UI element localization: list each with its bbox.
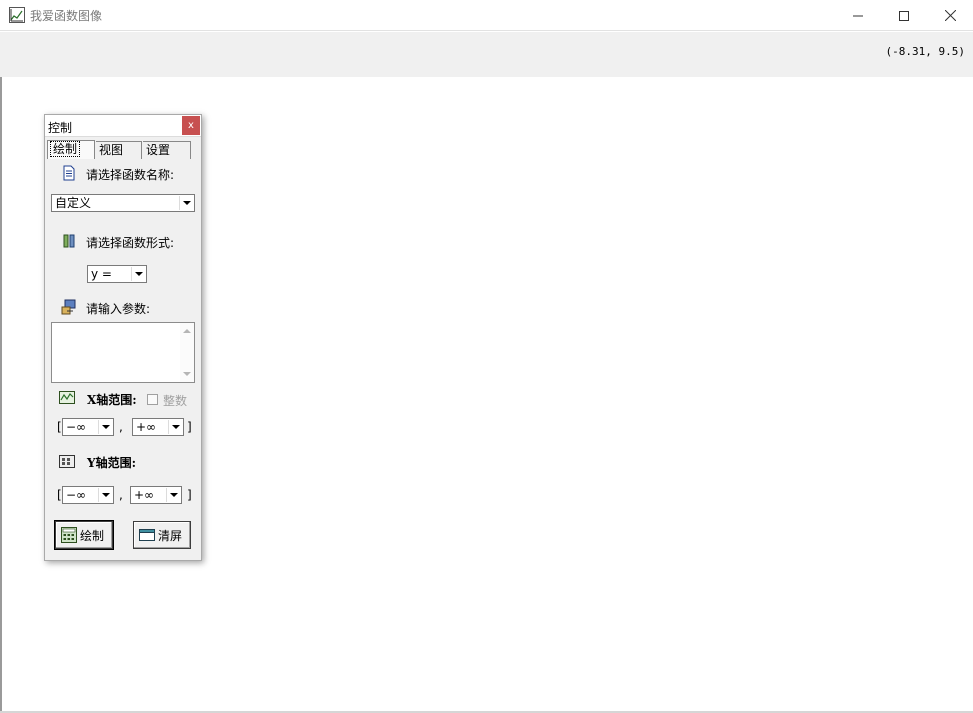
y-max-select[interactable]: +∞ bbox=[130, 486, 182, 504]
minimize-icon bbox=[853, 15, 863, 16]
x-max-select[interactable]: +∞ bbox=[132, 418, 184, 436]
cursor-coordinates: (-8.31, 9.5) bbox=[885, 45, 965, 58]
tab-view[interactable]: 视图 bbox=[96, 141, 142, 159]
function-form-icon bbox=[63, 234, 75, 248]
chevron-down-icon bbox=[166, 488, 180, 502]
draw-button[interactable]: 绘制 bbox=[54, 520, 114, 550]
parameters-input[interactable] bbox=[51, 322, 195, 383]
function-name-select[interactable]: 自定义 bbox=[51, 194, 195, 212]
control-panel-title: 控制 bbox=[48, 121, 73, 135]
x-comma: , bbox=[119, 420, 123, 434]
parameters-scrollbar[interactable] bbox=[180, 323, 194, 382]
x-open-bracket: [ bbox=[57, 420, 62, 434]
panel-close-button[interactable]: x bbox=[182, 116, 200, 135]
window-clear-icon bbox=[139, 529, 155, 541]
clear-screen-button[interactable]: 清屏 bbox=[133, 521, 191, 549]
y-axis-icon bbox=[59, 455, 75, 468]
close-icon: x bbox=[188, 120, 194, 131]
maximize-icon bbox=[899, 10, 909, 21]
chevron-down-icon bbox=[98, 420, 112, 434]
control-panel-title-bar[interactable]: 控制 x bbox=[45, 115, 201, 137]
panel-tabs: 绘制 视图 设置 bbox=[47, 140, 199, 159]
minimize-button[interactable] bbox=[835, 0, 881, 31]
parameters-label: 请输入参数: bbox=[86, 302, 151, 316]
parameters-icon bbox=[61, 299, 76, 315]
scroll-down-icon[interactable] bbox=[183, 372, 191, 376]
integer-checkbox[interactable] bbox=[147, 394, 158, 405]
x-range-label: X轴范围: bbox=[87, 393, 137, 407]
tab-settings[interactable]: 设置 bbox=[143, 141, 191, 159]
tab-draw[interactable]: 绘制 bbox=[47, 140, 95, 159]
window-title-bar: 我爱函数图像 bbox=[0, 0, 973, 31]
chevron-down-icon bbox=[168, 420, 182, 434]
function-form-select[interactable]: y = bbox=[87, 265, 147, 283]
function-form-label: 请选择函数形式: bbox=[86, 236, 175, 250]
y-open-bracket: [ bbox=[57, 488, 62, 502]
x-axis-icon bbox=[59, 391, 75, 404]
chevron-down-icon bbox=[179, 196, 193, 210]
maximize-button[interactable] bbox=[881, 0, 927, 31]
close-button[interactable] bbox=[927, 0, 973, 31]
x-min-select[interactable]: −∞ bbox=[62, 418, 114, 436]
chevron-down-icon bbox=[131, 267, 145, 281]
chevron-down-icon bbox=[98, 488, 112, 502]
close-icon bbox=[944, 10, 956, 21]
control-panel: 控制 x 绘制 视图 设置 请选择函数名称: 自定义 请选择函数形式: y = … bbox=[44, 114, 202, 561]
chart-app-icon bbox=[9, 7, 25, 23]
window-title: 我爱函数图像 bbox=[30, 9, 103, 23]
y-comma: , bbox=[119, 488, 123, 502]
document-icon bbox=[63, 165, 75, 181]
x-close-bracket: ] bbox=[187, 420, 192, 434]
y-min-select[interactable]: −∞ bbox=[62, 486, 114, 504]
function-name-label: 请选择函数名称: bbox=[86, 168, 175, 182]
y-close-bracket: ] bbox=[187, 488, 192, 502]
scroll-up-icon[interactable] bbox=[183, 329, 191, 333]
coordinate-bar: (-8.31, 9.5) bbox=[0, 32, 973, 77]
integer-label: 整数 bbox=[163, 394, 188, 408]
calculator-icon bbox=[61, 527, 77, 543]
y-range-label: Y轴范围: bbox=[87, 456, 136, 470]
